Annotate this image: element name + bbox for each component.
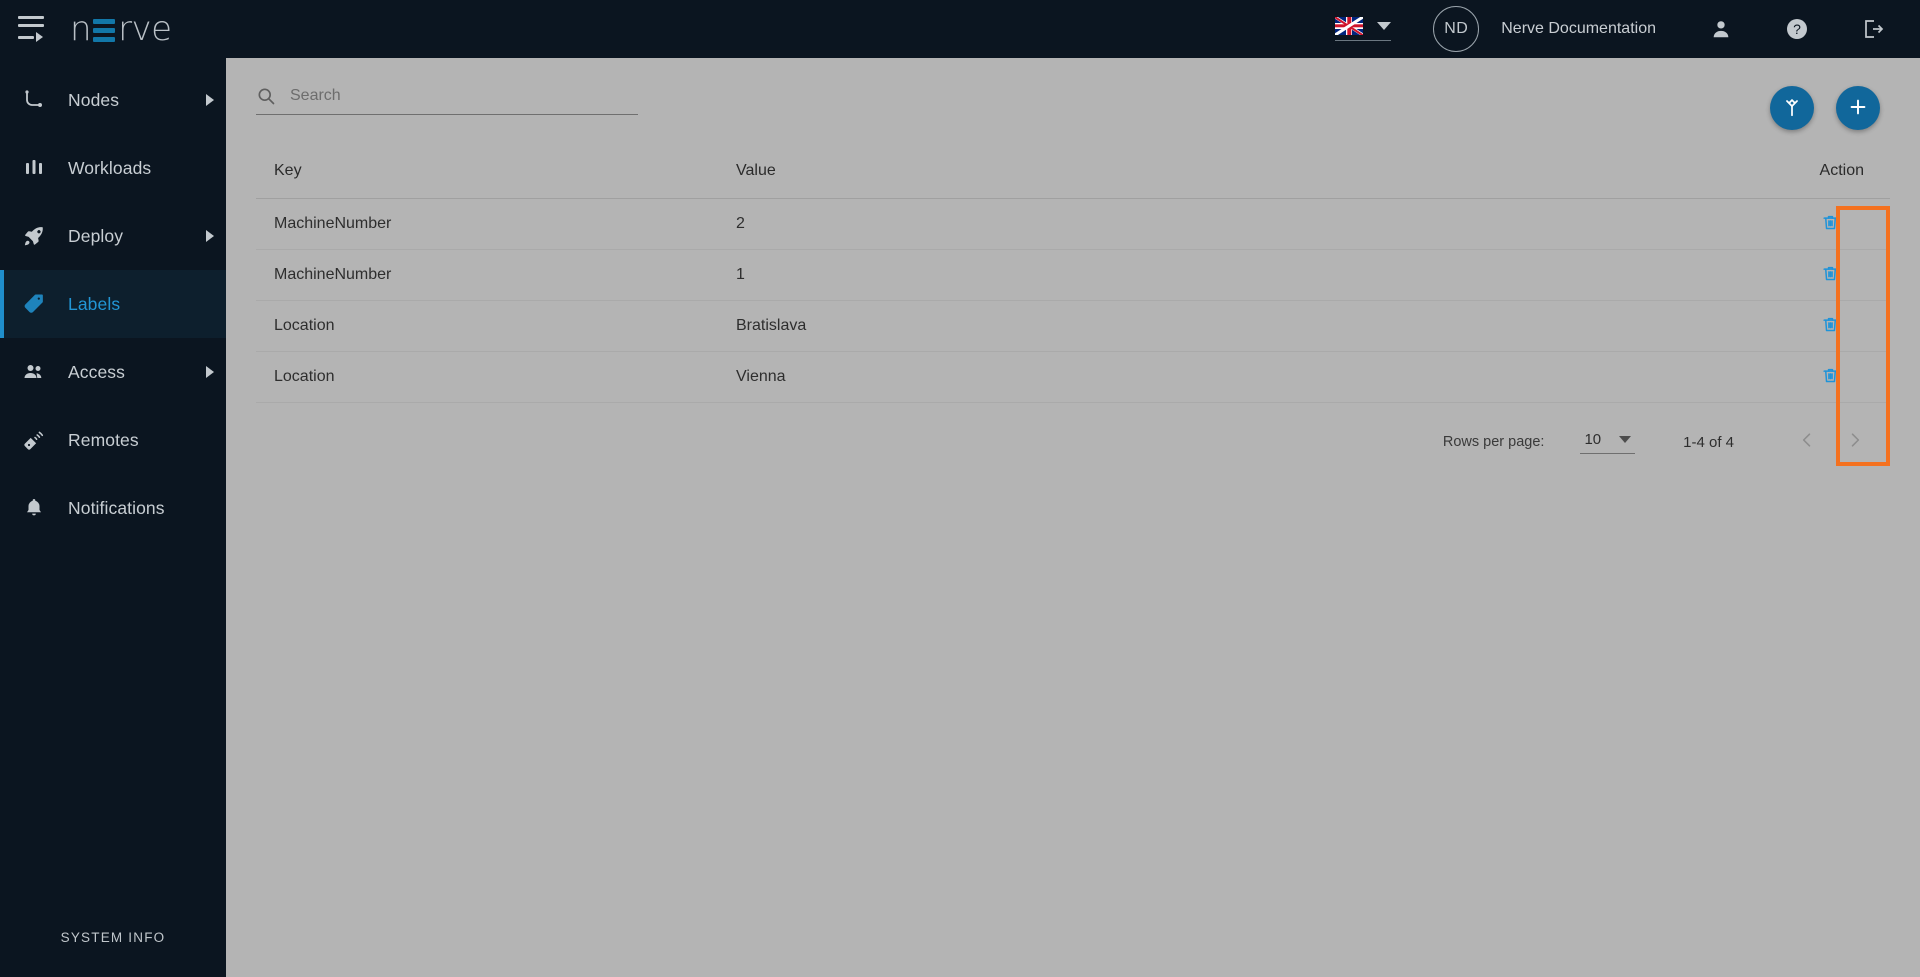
chevron-right-icon <box>1845 430 1865 454</box>
rows-per-page-label: Rows per page: <box>1442 434 1545 450</box>
sidebar: Nodes Workloads Deploy Labels Access Rem… <box>0 58 226 977</box>
rocket-icon <box>22 224 52 248</box>
search-input[interactable] <box>290 87 638 105</box>
sidebar-item-deploy[interactable]: Deploy <box>0 202 226 270</box>
user-icon[interactable] <box>1704 12 1738 46</box>
nerve-logo: n rve <box>70 12 172 46</box>
cell-key: MachineNumber <box>256 198 728 250</box>
chevron-down-icon <box>1619 435 1632 443</box>
system-info-link[interactable]: SYSTEM INFO <box>0 930 226 977</box>
cell-key: Location <box>256 300 728 352</box>
search-box[interactable] <box>256 86 638 115</box>
toolbar <box>226 58 1920 136</box>
sidebar-item-label: Remotes <box>68 429 139 450</box>
cell-action <box>1770 198 1890 250</box>
rows-per-page-select[interactable]: 10 <box>1580 430 1636 454</box>
sidebar-item-label: Workloads <box>68 157 152 178</box>
labels-table-wrap: Key Value Action MachineNumber 2 Machine… <box>226 136 1920 403</box>
body: Nodes Workloads Deploy Labels Access Rem… <box>0 58 1920 977</box>
merge-icon <box>1781 96 1803 121</box>
svg-text:?: ? <box>1793 21 1801 37</box>
organization-name[interactable]: Nerve Documentation <box>1501 20 1656 38</box>
sidebar-item-label: Nodes <box>68 89 120 110</box>
people-icon <box>22 360 52 384</box>
chevron-left-icon <box>1797 430 1817 454</box>
add-label-button[interactable] <box>1836 86 1880 130</box>
sidebar-item-label: Deploy <box>68 225 124 246</box>
sidebar-item-label: Access <box>68 361 126 382</box>
rows-per-page-value: 10 <box>1584 430 1602 448</box>
cell-key: MachineNumber <box>256 249 728 301</box>
cell-value: 2 <box>728 198 1770 250</box>
bell-icon <box>22 496 52 520</box>
previous-page-button[interactable] <box>1790 425 1824 459</box>
sidebar-item-labels[interactable]: Labels <box>0 270 226 338</box>
nodes-icon <box>22 88 52 112</box>
top-bar: n rve ND Nerve Documentation ? <box>0 0 1920 58</box>
column-header-key: Key <box>256 156 728 199</box>
cell-value: Vienna <box>728 351 1770 403</box>
delete-row-button[interactable] <box>1819 211 1842 234</box>
help-circle-icon[interactable]: ? <box>1780 12 1814 46</box>
language-selector[interactable] <box>1335 17 1392 41</box>
app-root: n rve ND Nerve Documentation ? Nodes Wor… <box>0 0 1920 977</box>
table-row[interactable]: MachineNumber 2 <box>256 198 1890 250</box>
hamburger-collapse-icon[interactable] <box>18 14 48 44</box>
chevron-right-icon <box>206 230 214 242</box>
chevron-right-icon <box>206 366 214 378</box>
delete-row-button[interactable] <box>1819 364 1842 387</box>
pagination: Rows per page: 10 1-4 of 4 <box>226 403 1920 459</box>
table-body: MachineNumber 2 MachineNumber 1 Location… <box>256 198 1890 403</box>
table-row[interactable]: Location Vienna <box>256 351 1890 403</box>
plus-icon <box>1847 96 1869 121</box>
table-head: Key Value Action <box>256 156 1890 199</box>
sidebar-item-label: Notifications <box>68 497 165 518</box>
sidebar-item-access[interactable]: Access <box>0 338 226 406</box>
sidebar-item-label: Labels <box>68 293 121 314</box>
chevron-right-icon <box>206 94 214 106</box>
logo-e-bars <box>93 16 116 42</box>
merge-labels-button[interactable] <box>1770 86 1814 130</box>
logo-text-n: n <box>70 9 92 49</box>
pagination-range: 1-4 of 4 <box>1683 433 1734 451</box>
column-header-value: Value <box>728 156 1770 199</box>
delete-row-button[interactable] <box>1819 313 1842 336</box>
next-page-button[interactable] <box>1838 425 1872 459</box>
main-content: Key Value Action MachineNumber 2 <box>226 58 1920 977</box>
uk-flag-icon <box>1335 17 1364 35</box>
delete-row-button[interactable] <box>1819 262 1842 285</box>
cell-action <box>1770 249 1890 301</box>
cell-action <box>1770 300 1890 352</box>
label-tag-icon <box>22 292 52 316</box>
search-icon <box>256 86 276 106</box>
cell-value: 1 <box>728 249 1770 301</box>
labels-table: Key Value Action MachineNumber 2 Machine… <box>256 156 1890 403</box>
column-header-action: Action <box>1770 156 1890 199</box>
sidebar-item-workloads[interactable]: Workloads <box>0 134 226 202</box>
table-row[interactable]: Location Bratislava <box>256 300 1890 352</box>
cell-value: Bratislava <box>728 300 1770 352</box>
logout-icon[interactable] <box>1856 12 1890 46</box>
chevron-down-icon <box>1377 22 1392 30</box>
table-row[interactable]: MachineNumber 1 <box>256 249 1890 301</box>
sidebar-item-notifications[interactable]: Notifications <box>0 474 226 542</box>
avatar[interactable]: ND <box>1433 6 1480 52</box>
sidebar-item-remotes[interactable]: Remotes <box>0 406 226 474</box>
cell-action <box>1770 351 1890 403</box>
sidebar-item-nodes[interactable]: Nodes <box>0 66 226 134</box>
table-header-row: Key Value Action <box>256 156 1890 199</box>
logo-text-rve: rve <box>118 9 172 49</box>
workloads-icon <box>22 156 52 180</box>
remote-icon <box>22 428 52 452</box>
cell-key: Location <box>256 351 728 403</box>
